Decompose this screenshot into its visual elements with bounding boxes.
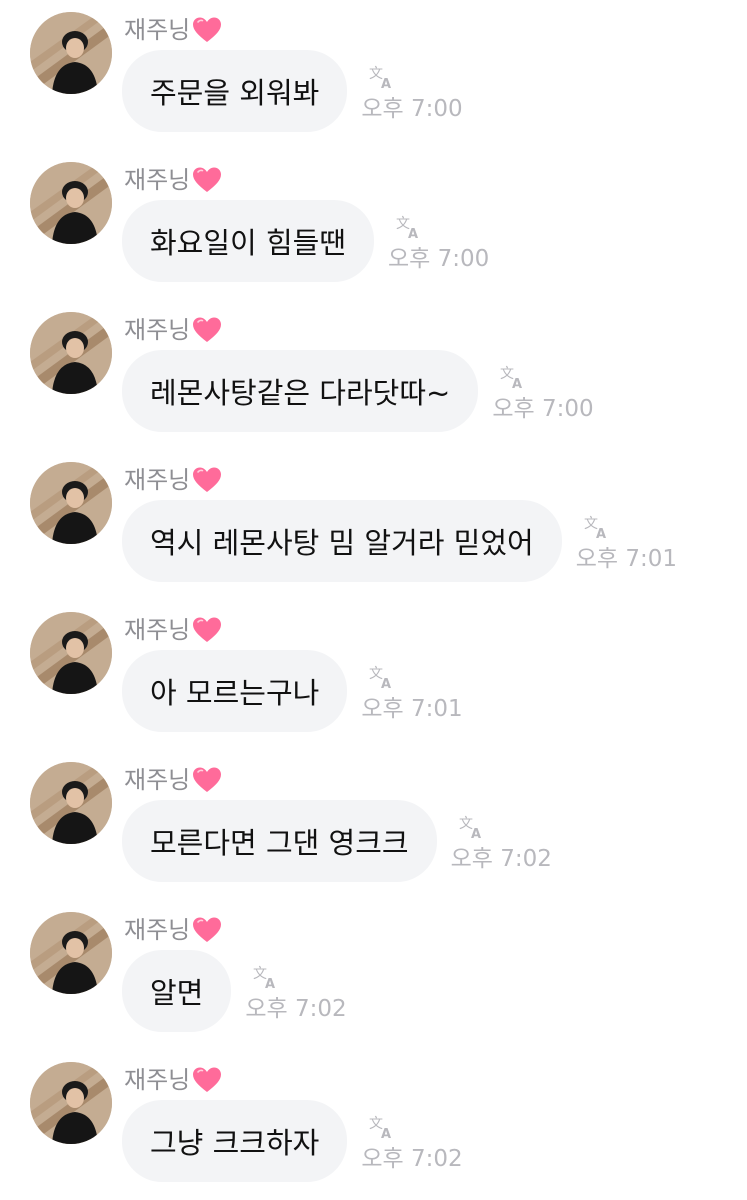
translate-icon[interactable]: 文 A bbox=[253, 964, 279, 990]
pink-heart-icon bbox=[193, 167, 222, 192]
avatar-photo bbox=[30, 312, 112, 394]
avatar[interactable] bbox=[30, 1062, 112, 1144]
message-meta: 文 A 오후 7:02 bbox=[451, 800, 552, 882]
message-bubble[interactable]: 레몬사탕같은 다라닷따~ bbox=[122, 350, 479, 432]
sender-name: 재주닝 bbox=[124, 1066, 191, 1094]
message-bubble[interactable]: 그냥 크크하자 bbox=[122, 1100, 348, 1182]
sender-name: 재주닝 bbox=[124, 316, 191, 344]
translate-icon[interactable]: 文 A bbox=[584, 514, 610, 540]
message-row: 레몬사탕같은 다라닷따~ 文 A 오후 7:00 bbox=[122, 350, 594, 432]
avatar[interactable] bbox=[30, 762, 112, 844]
message-row: 아 모르는구나 文 A 오후 7:01 bbox=[122, 650, 463, 732]
avatar[interactable] bbox=[30, 462, 112, 544]
message-time: 오후 7:02 bbox=[450, 846, 552, 872]
message-row: 역시 레몬사탕 밈 알거라 믿었어 文 A 오후 7:01 bbox=[122, 500, 677, 582]
chat-message: 재주닝 레몬사탕같은 다라닷따~ 文 A 오후 7:00 bbox=[0, 300, 747, 450]
message-meta: 文 A 오후 7:02 bbox=[361, 1100, 462, 1182]
sender-name: 재주닝 bbox=[124, 166, 191, 194]
svg-text:A: A bbox=[471, 827, 481, 840]
message-time: 오후 7:00 bbox=[492, 396, 594, 422]
svg-text:A: A bbox=[381, 77, 391, 90]
avatar[interactable] bbox=[30, 312, 112, 394]
message-row: 그냥 크크하자 文 A 오후 7:02 bbox=[122, 1100, 463, 1182]
chat-message: 재주닝 화요일이 힘들땐 文 A 오후 7:00 bbox=[0, 150, 747, 300]
message-time: 오후 7:00 bbox=[387, 246, 490, 272]
message-row: 모른다면 그댄 영크크 文 A 오후 7:02 bbox=[122, 800, 552, 882]
sender-label: 재주닝 bbox=[124, 163, 222, 197]
translate-icon[interactable]: 文 A bbox=[369, 664, 395, 690]
message-bubble[interactable]: 아 모르는구나 bbox=[122, 650, 348, 732]
message-bubble[interactable]: 역시 레몬사탕 밈 알거라 믿었어 bbox=[122, 500, 562, 582]
message-bubble[interactable]: 모른다면 그댄 영크크 bbox=[122, 800, 437, 882]
translate-icon[interactable]: 文 A bbox=[396, 214, 422, 240]
avatar[interactable] bbox=[30, 162, 112, 244]
svg-text:A: A bbox=[596, 527, 606, 540]
translate-icon[interactable]: 文 A bbox=[459, 814, 485, 840]
sender-label: 재주닝 bbox=[124, 1063, 222, 1097]
sender-label: 재주닝 bbox=[124, 13, 222, 47]
avatar-photo bbox=[30, 1062, 112, 1144]
avatar[interactable] bbox=[30, 912, 112, 994]
svg-text:A: A bbox=[408, 227, 418, 240]
pink-heart-icon bbox=[193, 1067, 222, 1092]
sender-label: 재주닝 bbox=[124, 313, 222, 347]
chat-message: 재주닝 주문을 외워봐 文 A 오후 7:00 bbox=[0, 0, 747, 150]
svg-text:A: A bbox=[381, 677, 391, 690]
avatar-photo bbox=[30, 12, 112, 94]
translate-icon[interactable]: 文 A bbox=[500, 364, 526, 390]
message-meta: 文 A 오후 7:00 bbox=[361, 50, 462, 132]
message-time: 오후 7:01 bbox=[575, 546, 677, 572]
sender-name: 재주닝 bbox=[124, 466, 191, 494]
translate-icon[interactable]: 文 A bbox=[369, 64, 395, 90]
chat-message: 재주닝 모른다면 그댄 영크크 文 A 오후 7:02 bbox=[0, 750, 747, 900]
sender-name: 재주닝 bbox=[124, 916, 191, 944]
avatar-photo bbox=[30, 162, 112, 244]
svg-text:A: A bbox=[381, 1127, 391, 1140]
message-time: 오후 7:01 bbox=[361, 696, 463, 722]
sender-label: 재주닝 bbox=[124, 463, 222, 497]
message-bubble[interactable]: 주문을 외워봐 bbox=[122, 50, 348, 132]
message-meta: 文 A 오후 7:00 bbox=[388, 200, 489, 282]
chat-message: 재주닝 아 모르는구나 文 A 오후 7:01 bbox=[0, 600, 747, 750]
message-row: 화요일이 힘들땐 文 A 오후 7:00 bbox=[122, 200, 489, 282]
message-row: 알면 文 A 오후 7:02 bbox=[122, 950, 347, 1032]
message-meta: 文 A 오후 7:01 bbox=[361, 650, 462, 732]
pink-heart-icon bbox=[193, 17, 222, 42]
avatar-photo bbox=[30, 462, 112, 544]
message-time: 오후 7:02 bbox=[245, 996, 347, 1022]
sender-label: 재주닝 bbox=[124, 913, 222, 947]
pink-heart-icon bbox=[193, 767, 222, 792]
message-row: 주문을 외워봐 文 A 오후 7:00 bbox=[122, 50, 463, 132]
message-meta: 文 A 오후 7:01 bbox=[576, 500, 677, 582]
avatar-photo bbox=[30, 762, 112, 844]
chat-message-list[interactable]: 재주닝 주문을 외워봐 文 A 오후 7:00 재주닝 화요일이 힘들땐 文 A… bbox=[0, 0, 747, 1200]
sender-label: 재주닝 bbox=[124, 613, 222, 647]
sender-name: 재주닝 bbox=[124, 16, 191, 44]
message-bubble[interactable]: 알면 bbox=[122, 950, 232, 1032]
message-meta: 文 A 오후 7:02 bbox=[245, 950, 346, 1032]
svg-text:A: A bbox=[265, 977, 275, 990]
translate-icon[interactable]: 文 A bbox=[369, 1114, 395, 1140]
pink-heart-icon bbox=[193, 917, 222, 942]
sender-name: 재주닝 bbox=[124, 766, 191, 794]
pink-heart-icon bbox=[193, 317, 222, 342]
avatar[interactable] bbox=[30, 12, 112, 94]
avatar-photo bbox=[30, 612, 112, 694]
svg-text:A: A bbox=[512, 377, 522, 390]
message-time: 오후 7:02 bbox=[361, 1146, 463, 1172]
message-bubble[interactable]: 화요일이 힘들땐 bbox=[122, 200, 374, 282]
pink-heart-icon bbox=[193, 617, 222, 642]
chat-message: 재주닝 역시 레몬사탕 밈 알거라 믿었어 文 A 오후 7:01 bbox=[0, 450, 747, 600]
chat-message: 재주닝 그냥 크크하자 文 A 오후 7:02 bbox=[0, 1050, 747, 1200]
chat-message: 재주닝 알면 文 A 오후 7:02 bbox=[0, 900, 747, 1050]
sender-label: 재주닝 bbox=[124, 763, 222, 797]
message-meta: 文 A 오후 7:00 bbox=[492, 350, 593, 432]
message-time: 오후 7:00 bbox=[361, 96, 463, 122]
avatar-photo bbox=[30, 912, 112, 994]
avatar[interactable] bbox=[30, 612, 112, 694]
pink-heart-icon bbox=[193, 467, 222, 492]
sender-name: 재주닝 bbox=[124, 616, 191, 644]
